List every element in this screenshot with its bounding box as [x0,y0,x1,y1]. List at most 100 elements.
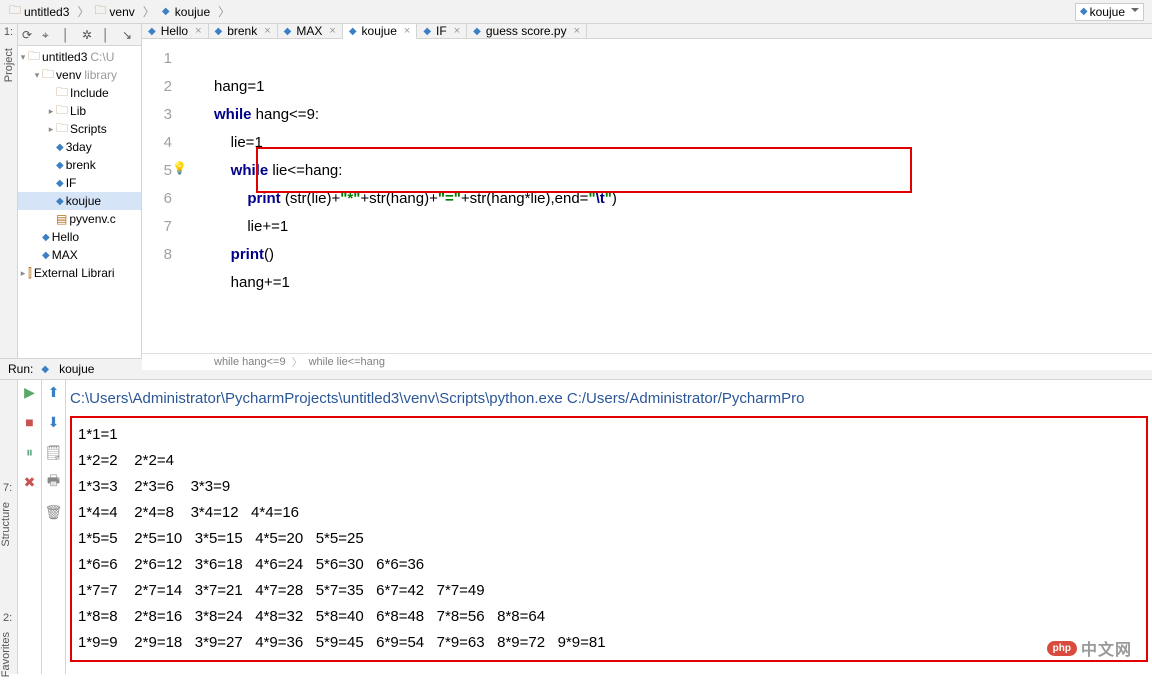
py-icon: ◆ [56,160,64,171]
editor-tab[interactable]: ◆brenk× [209,24,278,38]
trash-icon[interactable]: 🗑 [46,504,62,520]
close-icon[interactable]: × [329,25,335,37]
tree-row[interactable]: ▸🗀Scripts [18,120,141,138]
crumb-item[interactable]: while hang<=9 [214,356,286,368]
folder-icon: 🗀 [42,65,54,86]
code-line: lie+=1 [247,218,288,235]
run-exec-toolbar: ▶ ■ ⏸ ✖ [18,380,42,674]
divider: │ [62,28,76,42]
watermark-text: 中文网 [1081,636,1132,660]
print-icon[interactable]: 🖶 [46,474,62,490]
close-icon[interactable]: × [574,25,580,37]
tab-label: guess score.py [486,24,567,38]
stop-icon[interactable]: ■ [22,414,38,430]
tree-row[interactable]: ◆Hello [18,228,141,246]
breadcrumb-label: koujue [175,5,210,19]
python-icon: ◆ [159,5,173,19]
breadcrumb-bar: 🗀 untitled3 〉 🗀 venv 〉 ◆ koujue 〉 ◆ kouj… [0,0,1152,24]
close-icon[interactable]: × [454,25,460,37]
tree-suffix: library [84,68,117,82]
tab-label: MAX [296,24,322,38]
tab-label: koujue [362,24,397,38]
cfg-icon: ▤ [56,212,67,226]
lib-icon: ⫿ [28,266,32,281]
up-icon[interactable]: ⬆ [46,384,62,400]
editor-tab[interactable]: ◆koujue× [343,24,418,39]
tree-row[interactable]: ◆koujue [18,192,141,210]
tab-label: IF [436,24,447,38]
breadcrumb-item[interactable]: 🗀 venv [93,5,134,19]
code-line: hang+=1 [231,274,290,291]
collapse-icon[interactable]: ↘ [122,28,136,42]
expand-icon[interactable]: ▾ [32,70,42,81]
breadcrumb-item[interactable]: ◆ koujue [159,5,210,19]
tree-row[interactable]: ▾🗀venvlibrary [18,66,141,84]
tree-row[interactable]: ▤pyvenv.c [18,210,141,228]
tree-label: pyvenv.c [69,212,115,226]
project-tree[interactable]: ▾🗀untitled3C:\U▾🗀venvlibrary🗀Include▸🗀Li… [18,46,141,358]
code-area[interactable]: hang=1 while hang<=9: lie=1 while lie<=h… [190,39,1152,353]
breadcrumb-item[interactable]: 🗀 untitled3 [8,5,69,19]
output-row: 1*5=5 2*5=10 3*5=15 4*5=20 5*5=25 [78,526,1140,552]
run-output-toolbar: ⬆ ⬇ 🗒 🖶 🗑 [42,380,66,674]
expand-icon[interactable]: ▸ [46,124,56,135]
sync-icon[interactable]: ⟳ [22,28,36,42]
tree-label: IF [66,176,77,190]
expand-icon[interactable]: ▸ [18,268,28,279]
project-tool-tab[interactable]: Project [3,40,15,90]
tree-row[interactable]: ▸🗀Lib [18,102,141,120]
watermark: php 中文网 [1047,636,1132,660]
close-icon[interactable]: × [264,25,270,37]
down-icon[interactable]: ⬇ [46,414,62,430]
gear-icon[interactable]: ✲ [82,28,96,42]
tree-suffix: C:\U [90,50,114,64]
rerun-icon[interactable]: ▶ [22,384,38,400]
tree-row[interactable]: ◆brenk [18,156,141,174]
structure-tool-tab[interactable]: Structure [0,494,12,555]
pause-icon[interactable]: ⏸ [22,444,38,460]
tree-label: Scripts [70,122,107,136]
expand-icon[interactable]: ▾ [18,52,28,63]
favorites-tool-tab[interactable]: Favorites [0,624,12,685]
run-target-label: koujue [59,362,94,376]
editor-breadcrumb: while hang<=9 〉 while lie<=hang [142,353,1152,370]
editor-tabs: ◆Hello×◆brenk×◆MAX×◆koujue×◆IF×◆guess sc… [142,24,1152,39]
editor-tab[interactable]: ◆guess score.py× [467,24,587,38]
output-row: 1*1=1 [78,422,1140,448]
export-icon[interactable]: 🗒 [46,444,62,460]
tree-row[interactable]: ◆3day [18,138,141,156]
expand-icon[interactable]: ▸ [46,106,56,117]
close-icon[interactable]: × [404,25,410,37]
tab-label: Hello [161,24,188,38]
tree-label: koujue [66,194,101,208]
tree-row[interactable]: ◆IF [18,174,141,192]
project-toolbar: ⟳ ⌖ │ ✲ │ ↘ [18,24,141,46]
tree-row[interactable]: 🗀Include [18,84,141,102]
python-icon: ◆ [1080,6,1088,17]
editor-tab[interactable]: ◆Hello× [142,24,209,38]
crumb-item[interactable]: while lie<=hang [309,356,385,368]
editor-body[interactable]: 12345678 💡 hang=1 while hang<=9: lie=1 w… [142,39,1152,353]
editor-tab[interactable]: ◆ MAX × [278,24,343,38]
tree-row[interactable]: ▾🗀untitled3C:\U [18,48,141,66]
close-icon[interactable]: × [195,25,201,37]
keyword: while [214,106,252,123]
editor-column: ◆Hello×◆brenk×◆MAX×◆koujue×◆IF×◆guess sc… [142,24,1152,358]
output-highlight-box: 1*1=1 1*2=2 2*2=4 1*3=3 2*3=6 3*3=9 1*4=… [70,416,1148,662]
output-row: 1*6=6 2*6=12 3*6=18 4*6=24 5*6=30 6*6=36 [78,552,1140,578]
python-icon: ◆ [215,26,223,37]
folder-icon: 🗀 [8,5,22,19]
tree-row[interactable]: ◆MAX [18,246,141,264]
intention-bulb-icon[interactable]: 💡 [172,161,187,175]
py-icon: ◆ [42,232,50,243]
close-icon[interactable]: ✖ [22,474,38,490]
run-config-selector[interactable]: ◆ koujue [1075,3,1144,21]
tree-row[interactable]: ▸⫿External Librari [18,264,141,282]
output-row: 1*8=8 2*8=16 3*8=24 4*8=32 5*8=40 6*8=48… [78,604,1140,630]
console-output[interactable]: C:\Users\Administrator\PycharmProjects\u… [66,380,1152,674]
python-icon: ◆ [284,26,292,37]
target-icon[interactable]: ⌖ [42,28,56,42]
editor-tab[interactable]: ◆IF× [417,24,467,38]
run-panel: ▶ ■ ⏸ ✖ ⬆ ⬇ 🗒 🖶 🗑 C:\Users\Administrator… [0,380,1152,674]
tree-label: venv [56,68,81,82]
